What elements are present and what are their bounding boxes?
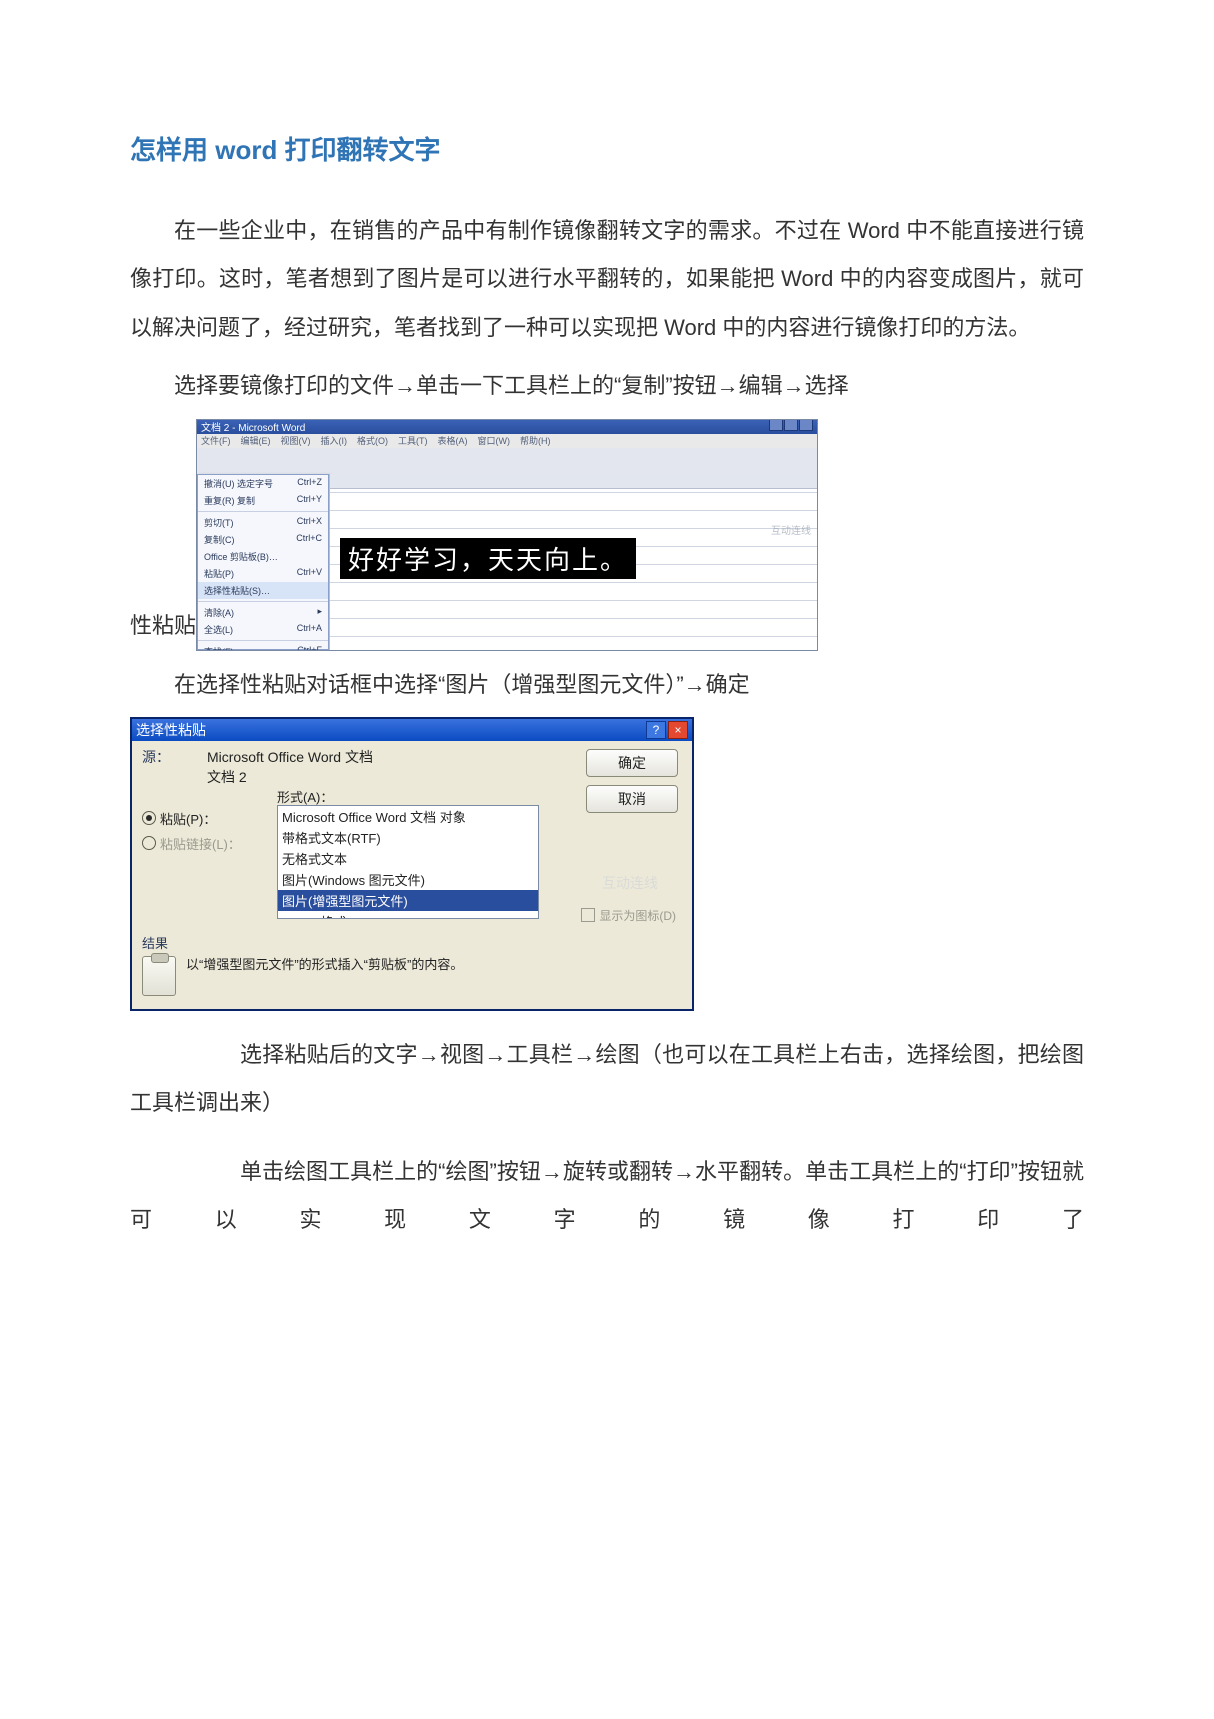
menu-select-all[interactable]: 全选(L)Ctrl+A	[198, 621, 328, 638]
step-1-trailer: 性粘贴	[130, 602, 196, 650]
menu-item-view[interactable]: 视图(V)	[281, 434, 311, 447]
menu-undo[interactable]: 撤消(U) 选定字号Ctrl+Z	[198, 475, 328, 492]
list-item[interactable]: 图片(Windows 图元文件)	[278, 869, 538, 890]
menu-item-table[interactable]: 表格(A)	[438, 434, 468, 447]
watermark-text: 互动连线	[602, 873, 658, 893]
menu-paste-special[interactable]: 选择性粘贴(S)…	[198, 582, 328, 599]
dialog-title: 选择性粘贴	[136, 720, 206, 740]
page-title: 怎样用 word 打印翻转文字	[130, 130, 1084, 167]
close-icon[interactable]: ×	[668, 721, 688, 739]
word-toolbar[interactable]	[197, 448, 817, 475]
as-label: 形式(A)：	[277, 787, 333, 806]
radio-icon	[142, 811, 156, 825]
step-1: 选择要镜像打印的文件→单击一下工具栏上的“复制”按钮→编辑→选择	[130, 362, 1084, 410]
menu-clear[interactable]: 清除(A)▸	[198, 604, 328, 621]
result-label: 结果	[142, 933, 463, 952]
dialog-titlebar: 选择性粘贴 ? ×	[132, 719, 692, 741]
menu-copy[interactable]: 复制(C)Ctrl+C	[198, 531, 328, 548]
menu-office-clipboard[interactable]: Office 剪贴板(B)…	[198, 548, 328, 565]
ok-button[interactable]: 确定	[586, 749, 678, 777]
menu-item-insert[interactable]: 插入(I)	[321, 434, 348, 447]
result-description: 以“增强型图元文件”的形式插入“剪贴板”的内容。	[186, 956, 463, 974]
word-menubar[interactable]: 文件(F) 编辑(E) 视图(V) 插入(I) 格式(O) 工具(T) 表格(A…	[197, 434, 817, 448]
window-buttons[interactable]	[768, 419, 813, 434]
menu-item-help[interactable]: 帮助(H)	[520, 434, 551, 447]
radio-paste[interactable]: 粘贴(P)：	[142, 809, 241, 828]
menu-redo[interactable]: 重复(R) 复制Ctrl+Y	[198, 492, 328, 509]
list-item[interactable]: 无格式文本	[278, 848, 538, 869]
source-label: 源：	[142, 747, 197, 767]
paragraph-1: 在一些企业中，在销售的产品中有制作镜像翻转文字的需求。不过在 Word 中不能直…	[130, 207, 1084, 352]
menu-item-format[interactable]: 格式(O)	[357, 434, 388, 447]
step-2: 在选择性粘贴对话框中选择“图片（增强型图元文件）”→确定	[130, 661, 1084, 709]
watermark-text: 互动连线	[771, 522, 811, 537]
list-item[interactable]: 带格式文本(RTF)	[278, 827, 538, 848]
help-icon[interactable]: ?	[646, 721, 666, 739]
word-document-area[interactable]: 互动连线 好好学习，天天向上。	[329, 474, 817, 650]
checkbox-icon	[581, 908, 595, 922]
word-titlebar: 文档 2 - Microsoft Word	[197, 420, 817, 434]
cancel-button[interactable]: 取消	[586, 785, 678, 813]
list-item[interactable]: HTML 格式	[278, 911, 538, 919]
clipboard-icon	[142, 956, 176, 996]
menu-item-file[interactable]: 文件(F)	[201, 434, 231, 447]
ruler	[330, 474, 817, 489]
format-listbox[interactable]: Microsoft Office Word 文档 对象 带格式文本(RTF) 无…	[277, 805, 539, 919]
step-3: 选择粘贴后的文字→视图→工具栏→绘图（也可以在工具栏上右击，选择绘图，把绘图工具…	[130, 1031, 1084, 1128]
edit-dropdown-menu[interactable]: 撤消(U) 选定字号Ctrl+Z 重复(R) 复制Ctrl+Y 剪切(T)Ctr…	[197, 474, 329, 650]
screenshot-paste-special-dialog: 选择性粘贴 ? × 确定 取消 源： Microsoft Office Word…	[130, 717, 694, 1011]
menu-item-edit[interactable]: 编辑(E)	[241, 434, 271, 447]
selected-text[interactable]: 好好学习，天天向上。	[340, 538, 636, 579]
menu-item-window[interactable]: 窗口(W)	[478, 434, 511, 447]
list-item-selected[interactable]: 图片(增强型图元文件)	[278, 890, 538, 911]
menu-find[interactable]: 查找(F)…Ctrl+F	[198, 643, 328, 651]
radio-paste-link: 粘贴链接(L)：	[142, 834, 241, 853]
source-value: Microsoft Office Word 文档 文档 2	[207, 747, 373, 787]
word-window-title: 文档 2 - Microsoft Word	[201, 419, 305, 434]
screenshot-word-window: 文档 2 - Microsoft Word 文件(F) 编辑(E) 视图(V) …	[196, 419, 818, 651]
list-item[interactable]: Microsoft Office Word 文档 对象	[278, 806, 538, 827]
radio-icon	[142, 836, 156, 850]
step-4: 单击绘图工具栏上的“绘图”按钮→旋转或翻转→水平翻转。单击工具栏上的“打印”按钮…	[130, 1148, 1084, 1245]
display-as-icon-checkbox: 显示为图标(D)	[581, 907, 676, 924]
menu-cut[interactable]: 剪切(T)Ctrl+X	[198, 514, 328, 531]
menu-item-tools[interactable]: 工具(T)	[398, 434, 428, 447]
menu-paste[interactable]: 粘贴(P)Ctrl+V	[198, 565, 328, 582]
